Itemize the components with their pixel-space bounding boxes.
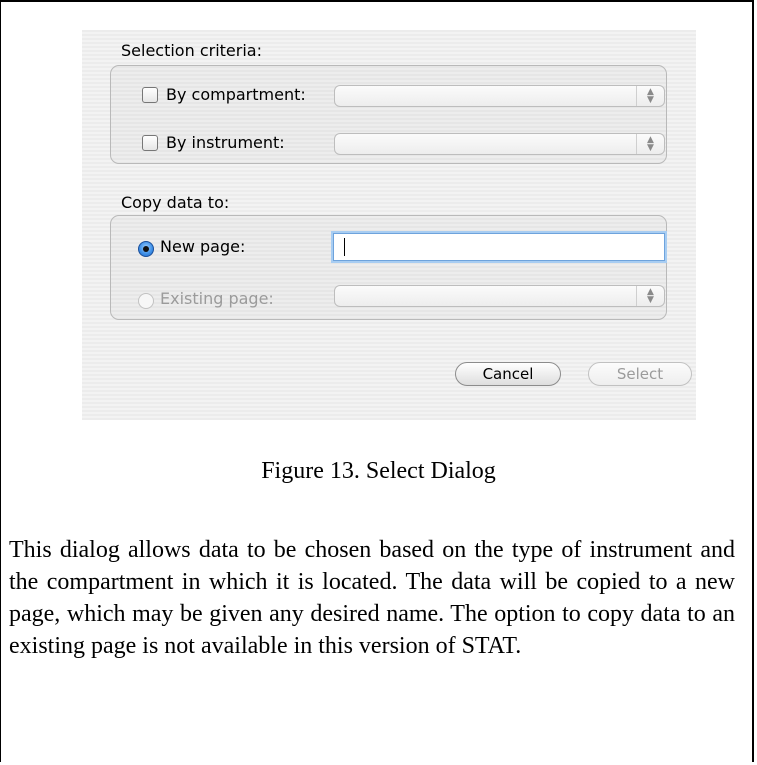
select-button[interactable]: Select <box>588 362 692 386</box>
popup-arrows-icon: ▲ ▼ <box>636 86 664 106</box>
figure-caption: Figure 13. Select Dialog <box>261 458 496 484</box>
existing-page-popup[interactable]: ▲ ▼ <box>334 285 665 307</box>
by-instrument-checkbox[interactable] <box>142 135 158 151</box>
selection-criteria-title: Selection criteria: <box>121 41 262 60</box>
existing-page-radio[interactable] <box>138 293 154 309</box>
existing-page-label[interactable]: Existing page: <box>160 289 274 308</box>
instrument-popup[interactable]: ▲ ▼ <box>334 133 665 155</box>
copy-data-title: Copy data to: <box>121 193 230 212</box>
body-paragraph: This dialog allows data to be chosen bas… <box>9 537 735 659</box>
cancel-button[interactable]: Cancel <box>455 362 561 386</box>
popup-arrows-icon: ▲ ▼ <box>636 286 664 306</box>
popup-arrows-icon: ▲ ▼ <box>636 134 664 154</box>
text-caret <box>344 238 345 256</box>
new-page-label[interactable]: New page: <box>160 237 245 256</box>
new-page-name-input[interactable] <box>333 233 665 261</box>
compartment-popup[interactable]: ▲ ▼ <box>334 85 665 107</box>
by-instrument-label[interactable]: By instrument: <box>166 133 285 152</box>
new-page-radio[interactable] <box>138 241 154 257</box>
select-dialog: Selection criteria: By compartment: ▲ ▼ B… <box>82 30 696 420</box>
by-compartment-label[interactable]: By compartment: <box>166 85 306 104</box>
by-compartment-checkbox[interactable] <box>142 87 158 103</box>
